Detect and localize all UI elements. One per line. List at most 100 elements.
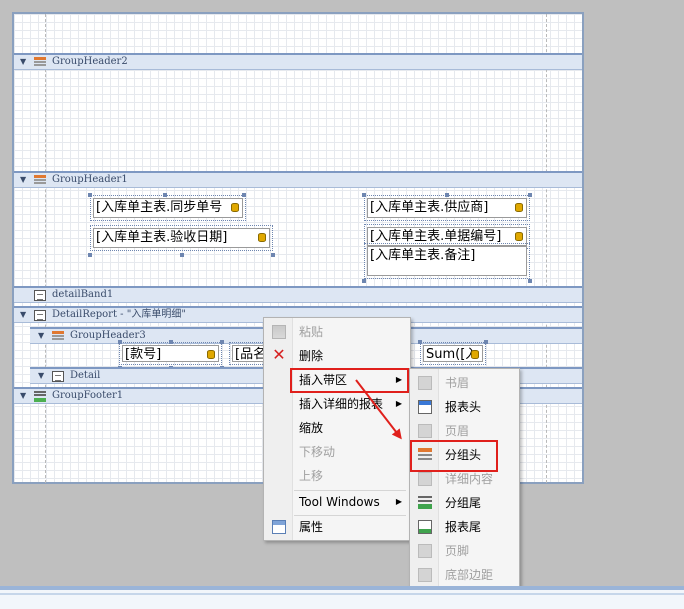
database-icon	[231, 203, 239, 212]
collapse-triangle-icon[interactable]: ▼	[38, 369, 44, 383]
resize-handle[interactable]	[362, 279, 366, 283]
resize-handle[interactable]	[220, 340, 224, 344]
menu-item-label: 页脚	[445, 544, 470, 558]
band-label: GroupHeader1	[52, 174, 128, 185]
highlight-insert-band	[290, 368, 409, 393]
field-sum[interactable]: Sum([入	[420, 342, 486, 365]
submenu-item-page-footer[interactable]: 页脚	[410, 539, 519, 563]
detail-band-icon	[52, 371, 64, 382]
menu-item-label: 缩放	[299, 421, 324, 435]
menu-item-label: 粘贴	[299, 325, 324, 339]
submenu-item-group-footer[interactable]: 分组尾	[410, 491, 519, 515]
menu-item-label: 底部边距	[445, 568, 494, 582]
left-margin-guide	[45, 14, 46, 483]
field-item-no[interactable]: [款号]	[119, 342, 222, 365]
resize-handle[interactable]	[242, 193, 246, 197]
submenu-item-report-footer[interactable]: 报表尾	[410, 515, 519, 539]
group-footer-icon	[34, 391, 46, 402]
collapse-triangle-icon[interactable]: ▼	[20, 308, 26, 322]
band-group-header2[interactable]: ▼ GroupHeader2	[14, 53, 582, 70]
detail-icon	[418, 472, 432, 486]
field-text: [入库单主表.单据编号]	[370, 229, 502, 244]
submenu-item-top-margin[interactable]: 书眉	[410, 371, 519, 395]
paste-icon	[272, 325, 286, 339]
group-footer-icon	[418, 496, 432, 510]
menu-item-delete[interactable]: ✕ 删除	[264, 344, 410, 368]
bottom-toolbar	[0, 586, 684, 609]
field-acceptance-date[interactable]: [入库单主表.验收日期]	[90, 225, 273, 251]
detail-report-icon	[34, 310, 46, 321]
menu-item-move-down[interactable]: 下移动	[264, 440, 410, 464]
menu-item-label: Tool Windows	[299, 495, 380, 509]
menu-item-move-up[interactable]: 上移	[264, 464, 410, 488]
submenu-item-bottom-margin[interactable]: 底部边距	[410, 563, 519, 587]
resize-handle[interactable]	[118, 340, 122, 344]
properties-icon	[272, 520, 286, 534]
group-header-icon	[52, 331, 64, 342]
right-margin-guide	[546, 14, 547, 483]
menu-item-label: 删除	[299, 349, 324, 363]
band-label: detailBand1	[52, 289, 114, 300]
menu-item-zoom[interactable]: 缩放	[264, 416, 410, 440]
resize-handle[interactable]	[88, 253, 92, 257]
band-group-header1[interactable]: ▼ GroupHeader1	[14, 171, 582, 188]
page-footer-icon	[418, 544, 432, 558]
field-doc-no[interactable]: [入库单主表.单据编号]	[364, 224, 530, 249]
submenu-item-report-header[interactable]: 报表头	[410, 395, 519, 419]
delete-icon: ✕	[272, 345, 286, 364]
context-menu: 粘贴 ✕ 删除 插入带区 ▶ 插入详细的报表 ▶ 缩放 下移动 上移 Tool …	[263, 317, 411, 541]
collapse-triangle-icon[interactable]: ▼	[20, 55, 26, 69]
field-text: [品名	[235, 347, 267, 362]
submenu-arrow-icon: ▶	[395, 497, 402, 506]
menu-item-paste[interactable]: 粘贴	[264, 320, 410, 344]
menu-item-label: 插入详细的报表	[299, 397, 384, 411]
group-header-icon	[34, 57, 46, 68]
database-icon	[471, 350, 479, 359]
detail-band-icon	[34, 290, 46, 301]
resize-handle[interactable]	[180, 253, 184, 257]
collapse-triangle-icon[interactable]: ▼	[20, 173, 26, 187]
database-icon	[515, 203, 523, 212]
menu-item-insert-detail-report[interactable]: 插入详细的报表 ▶	[264, 392, 410, 416]
bottom-margin-icon	[418, 568, 432, 582]
band-label: Detail	[70, 370, 101, 381]
menu-item-label: 分组尾	[445, 496, 482, 510]
resize-handle[interactable]	[528, 279, 532, 283]
top-margin-icon	[418, 376, 432, 390]
field-remark[interactable]: [入库单主表.备注]	[364, 243, 530, 279]
resize-handle[interactable]	[418, 340, 422, 344]
field-text: [款号]	[125, 347, 162, 362]
band-label: GroupHeader2	[52, 56, 128, 67]
band-detail-band1[interactable]: detailBand1	[14, 286, 582, 303]
field-supplier[interactable]: [入库单主表.供应商]	[364, 195, 530, 221]
resize-handle[interactable]	[484, 340, 488, 344]
report-header-icon	[418, 400, 432, 414]
field-text: [入库单主表.验收日期]	[96, 230, 228, 245]
field-text: [入库单主表.同步单号	[96, 200, 223, 215]
field-text: [入库单主表.备注]	[370, 248, 476, 263]
menu-item-label: 下移动	[299, 445, 336, 459]
menu-item-label: 报表头	[445, 400, 482, 414]
resize-handle[interactable]	[169, 340, 173, 344]
menu-item-label: 属性	[299, 520, 324, 534]
resize-handle[interactable]	[88, 193, 92, 197]
collapse-triangle-icon[interactable]: ▼	[20, 389, 26, 403]
database-icon	[207, 350, 215, 359]
resize-handle[interactable]	[445, 193, 449, 197]
report-footer-icon	[418, 520, 432, 534]
highlight-group-header	[410, 440, 498, 472]
resize-handle[interactable]	[528, 193, 532, 197]
collapse-triangle-icon[interactable]: ▼	[38, 329, 44, 343]
resize-handle[interactable]	[271, 253, 275, 257]
resize-handle[interactable]	[163, 193, 167, 197]
resize-handle[interactable]	[362, 193, 366, 197]
band-label: DetailReport - "入库单明细"	[52, 309, 186, 320]
field-text: [入库单主表.供应商]	[370, 200, 489, 215]
field-sync-no[interactable]: [入库单主表.同步单号	[90, 195, 246, 221]
group-header-icon	[34, 175, 46, 186]
insert-band-submenu: 书眉 报表头 页眉 分组头 详细内容 分组尾 报表尾 页脚 底部边距	[409, 368, 520, 589]
submenu-arrow-icon: ▶	[395, 399, 402, 408]
band-label: GroupHeader3	[70, 330, 146, 341]
menu-item-properties[interactable]: 属性	[264, 515, 410, 539]
menu-item-tool-windows[interactable]: Tool Windows ▶	[264, 490, 410, 514]
